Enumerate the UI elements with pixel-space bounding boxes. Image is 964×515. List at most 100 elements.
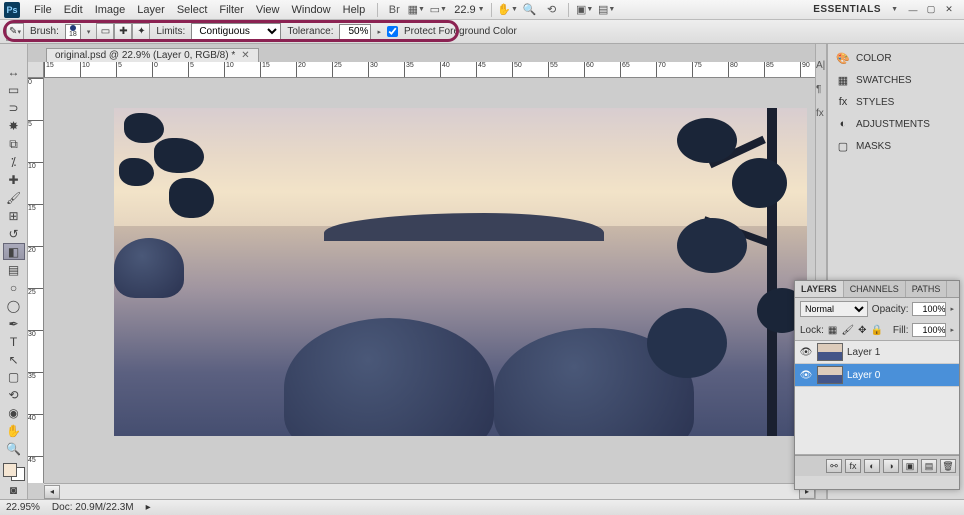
gradient-tool[interactable]: ▤ [3,261,25,278]
layer-thumbnail[interactable] [817,343,843,361]
limits-select[interactable]: Contiguous [191,23,281,40]
crop-tool[interactable]: ⧉ [3,136,25,153]
menu-help[interactable]: Help [337,2,372,18]
scroll-left-button[interactable]: ◂ [44,485,60,499]
hand-tool-icon[interactable]: ✋▼ [498,2,518,18]
sampling-once-button[interactable]: ✚ [114,23,132,41]
tab-layers[interactable]: LAYERS [795,281,844,297]
launch-bridge-icon[interactable]: Br [384,2,404,18]
panel-swatches[interactable]: ▦SWATCHES [832,70,960,90]
layer-style-button[interactable]: fx [845,459,861,473]
menu-layer[interactable]: Layer [131,2,171,18]
rectangle-tool[interactable]: ▢ [3,369,25,386]
chevron-right-icon[interactable]: ▸ [950,305,954,313]
tolerance-flyout-icon[interactable]: ▸ [377,28,381,36]
zoom-tool[interactable]: 🔍 [3,441,25,458]
character-panel-icon[interactable]: A| [816,60,826,74]
menu-edit[interactable]: Edit [58,2,89,18]
history-brush-tool[interactable]: ↺ [3,226,25,243]
blend-mode-select[interactable]: Normal [800,301,868,317]
blur-tool[interactable]: ○ [3,279,25,296]
sampling-swatch-button[interactable]: ✦ [132,23,150,41]
status-doc-size[interactable]: Doc: 20.9M/22.3M [52,502,134,513]
extras-icon[interactable]: ▣▼ [575,2,595,18]
move-tool[interactable]: ↔ [3,64,25,81]
zoom-level[interactable]: 22.9 [454,4,475,16]
foreground-color-swatch[interactable] [3,463,17,477]
panel-styles[interactable]: fxSTYLES [832,92,960,112]
horizontal-ruler[interactable]: 1510505101520253035404550556065707580859… [44,62,815,78]
arrange-documents-icon[interactable]: ▦▼ [406,2,426,18]
panel-masks[interactable]: ▢MASKS [832,136,960,156]
eyedropper-tool[interactable]: ⁒ [3,154,25,171]
tab-paths[interactable]: PATHS [906,281,948,297]
menu-select[interactable]: Select [171,2,214,18]
close-tab-icon[interactable]: ✕ [241,50,249,61]
pen-tool[interactable]: ✒ [3,315,25,332]
link-layers-button[interactable]: ⚯ [826,459,842,473]
layer-mask-button[interactable]: ◐ [864,459,880,473]
quick-selection-tool[interactable]: ✸ [3,118,25,135]
tab-channels[interactable]: CHANNELS [844,281,906,297]
tolerance-input[interactable] [339,24,371,40]
vertical-ruler[interactable]: 051015202530354045 [28,78,44,483]
paragraph-panel-icon[interactable]: ¶ [816,84,826,98]
guides-icon[interactable]: ▤▼ [597,2,617,18]
status-zoom[interactable]: 22.95% [6,502,40,513]
marquee-tool[interactable]: ▭ [3,82,25,99]
document-tab[interactable]: original.psd @ 22.9% (Layer 0, RGB/8) * … [46,48,259,62]
healing-brush-tool[interactable]: ✚ [3,172,25,189]
lasso-tool[interactable]: ⊃ [3,100,25,117]
adjustment-layer-button[interactable]: ◑ [883,459,899,473]
lock-pixels-icon[interactable]: 🖌 [841,325,854,336]
workspace-switcher[interactable]: ESSENTIALS [805,2,889,17]
lock-transparency-icon[interactable]: ▦ [828,325,837,336]
dodge-tool[interactable]: ◯ [3,297,25,314]
delete-layer-button[interactable]: 🗑 [940,459,956,473]
opacity-input[interactable] [912,302,946,316]
menu-file[interactable]: File [28,2,58,18]
brush-tool[interactable]: 🖌 [3,190,25,207]
lock-all-icon[interactable]: 🔒 [870,325,882,336]
minimize-button[interactable]: — [906,4,920,16]
close-button[interactable]: ✕ [942,4,956,16]
tool-preset-picker[interactable]: ✎▾ [6,23,24,41]
eraser-tool[interactable]: ◧ [3,243,25,260]
styles-panel-icon[interactable]: fx [816,108,826,122]
layer-group-button[interactable]: ▣ [902,459,918,473]
layer-item[interactable]: 👁Layer 0 [795,364,959,387]
zoom-tool-icon[interactable]: 🔍 [520,2,540,18]
maximize-button[interactable]: ▢ [924,4,938,16]
chevron-down-icon[interactable]: ▼ [891,6,898,13]
canvas[interactable] [44,78,815,483]
3d-orbit-tool[interactable]: ◉ [3,405,25,422]
menu-filter[interactable]: Filter [213,2,249,18]
sampling-continuous-button[interactable]: ▭ [96,23,114,41]
fill-input[interactable] [912,323,946,337]
chevron-down-icon[interactable]: ▾ [87,28,91,36]
new-layer-button[interactable]: ▤ [921,459,937,473]
protect-foreground-checkbox[interactable] [387,26,398,37]
3d-rotate-tool[interactable]: ⟲ [3,387,25,404]
chevron-down-icon[interactable]: ▼ [478,6,485,13]
lock-position-icon[interactable]: ✥ [858,325,866,336]
layer-thumbnail[interactable] [817,366,843,384]
hand-tool[interactable]: ✋ [3,423,25,440]
type-tool[interactable]: T [3,333,25,350]
path-selection-tool[interactable]: ↖ [3,351,25,368]
visibility-icon[interactable]: 👁 [799,370,813,381]
layer-item[interactable]: 👁Layer 1 [795,341,959,364]
clone-stamp-tool[interactable]: ⊞ [3,208,25,225]
quick-mask-tool[interactable]: ◙ [3,482,25,499]
menu-window[interactable]: Window [286,2,337,18]
menu-image[interactable]: Image [89,2,132,18]
screen-mode-icon[interactable]: ▭▼ [428,2,448,18]
rotate-view-icon[interactable]: ⟲ [542,2,562,18]
panel-adjustments[interactable]: ◐ADJUSTMENTS [832,114,960,134]
menu-view[interactable]: View [250,2,286,18]
horizontal-scrollbar[interactable]: ◂ ▸ [44,483,815,499]
status-flyout-icon[interactable]: ▸ [146,502,151,513]
chevron-right-icon[interactable]: ▸ [950,326,954,334]
ruler-origin[interactable] [28,62,44,78]
brush-preset-picker[interactable]: 18 [65,24,81,40]
